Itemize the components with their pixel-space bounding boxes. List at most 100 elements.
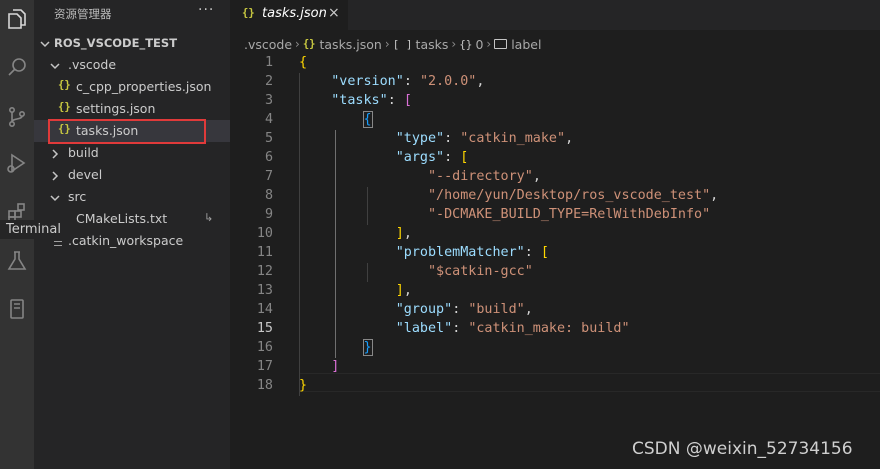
chevron-right-icon (50, 169, 60, 181)
line-number: 1 (264, 55, 273, 70)
tree-label: devel (68, 167, 103, 182)
tree-file-settings[interactable]: {} settings.json (34, 98, 230, 120)
code-text: "$catkin-gcc" (428, 264, 533, 279)
tree-root-folder[interactable]: ROS_VSCODE_TEST (34, 32, 230, 54)
code-text: "group": "build", (395, 302, 533, 317)
object-icon: {} (459, 37, 473, 51)
tree-folder-src[interactable]: src (34, 186, 230, 208)
code-line[interactable]: 10 ], (230, 225, 880, 244)
breadcrumb-separator: › (486, 37, 492, 51)
code-text: { (299, 55, 308, 70)
code-line[interactable]: 18} (230, 377, 880, 396)
array-icon: [ ] (392, 37, 413, 51)
code-line[interactable]: 5 "type": "catkin_make", (230, 130, 880, 149)
tree-label: CMakeLists.txt (76, 211, 168, 226)
code-text: ], (395, 283, 412, 298)
code-text: "args": [ (395, 150, 469, 165)
line-number: 6 (264, 150, 273, 165)
code-line[interactable]: 3 "tasks": [ (230, 92, 880, 111)
more-actions-icon[interactable]: ··· (198, 2, 214, 18)
remote-device-icon[interactable] (0, 294, 34, 324)
chevron-down-icon (50, 59, 60, 71)
breadcrumb-item[interactable]: tasks (416, 37, 449, 52)
code-line[interactable]: 14 "group": "build", (230, 301, 880, 320)
symlink-arrow-icon: ↳ (204, 211, 214, 224)
code-editor[interactable]: 1{2 "version": "2.0.0", 3 "tasks": [4 {5 … (230, 54, 880, 469)
breadcrumb: .vscode › {} tasks.json › [ ] tasks › {}… (244, 35, 541, 53)
code-line[interactable]: 11 "problemMatcher": [ (230, 244, 880, 263)
breadcrumb-item[interactable]: label (511, 37, 541, 52)
code-line[interactable]: 9 "-DCMAKE_BUILD_TYPE=RelWithDebInfo" (230, 206, 880, 225)
explorer-icon[interactable] (0, 4, 34, 34)
tree-folder-build[interactable]: build (34, 142, 230, 164)
breadcrumb-item[interactable]: 0 (475, 37, 483, 52)
line-number: 17 (256, 359, 273, 374)
tree-folder-devel[interactable]: devel (34, 164, 230, 186)
code-text: "type": "catkin_make", (395, 131, 574, 146)
tree-label: settings.json (76, 101, 156, 116)
code-text: } (299, 378, 308, 393)
watermark: CSDN @weixin_52734156 (632, 439, 853, 459)
json-file-icon: {} (58, 79, 71, 91)
code-text: ], (395, 226, 412, 241)
breadcrumb-separator: › (295, 37, 300, 51)
line-number: 8 (264, 188, 273, 203)
breadcrumb-item[interactable]: .vscode (244, 37, 292, 52)
code-text: "tasks": [ (331, 93, 412, 108)
tree-file-c-cpp-properties[interactable]: {} c_cpp_properties.json (34, 76, 230, 98)
line-number: 14 (256, 302, 273, 317)
line-number: 15 (256, 321, 273, 336)
line-number: 5 (264, 131, 273, 146)
code-line[interactable]: 8 "/home/yun/Desktop/ros_vscode_test", (230, 187, 880, 206)
code-line[interactable]: 4 { (230, 111, 880, 130)
terminal-tooltip: Terminal (0, 220, 67, 239)
close-icon[interactable]: × (328, 5, 340, 21)
json-file-icon: {} (58, 101, 71, 113)
line-number: 16 (256, 340, 273, 355)
search-icon[interactable] (0, 52, 34, 82)
breadcrumb-item[interactable]: tasks.json (320, 37, 382, 52)
line-number: 7 (264, 169, 273, 184)
tree-label: build (68, 145, 99, 160)
code-line[interactable]: 12 "$catkin-gcc" (230, 263, 880, 282)
line-number: 2 (264, 74, 273, 89)
tree-label: .catkin_workspace (68, 233, 184, 248)
line-number: 13 (256, 283, 273, 298)
tree-label: .vscode (68, 57, 117, 72)
tree-label: c_cpp_properties.json (76, 79, 212, 94)
editor-tab-bar: {} tasks.json × (230, 0, 880, 30)
tree-folder-vscode[interactable]: .vscode (34, 54, 230, 76)
code-line[interactable]: 17 ] (230, 358, 880, 377)
code-line[interactable]: 6 "args": [ (230, 149, 880, 168)
tree-label: src (68, 189, 87, 204)
run-debug-icon[interactable] (0, 148, 34, 178)
tree-label: ROS_VSCODE_TEST (54, 36, 178, 50)
code-text: "problemMatcher": [ (395, 245, 549, 260)
json-file-icon: {} (242, 7, 255, 19)
code-text: ] (331, 359, 340, 374)
code-text: } (362, 339, 373, 356)
code-line[interactable]: 2 "version": "2.0.0", (230, 73, 880, 92)
line-number: 18 (256, 378, 273, 393)
code-line[interactable]: 13 ], (230, 282, 880, 301)
line-number: 9 (264, 207, 273, 222)
code-line[interactable]: 15 "label": "catkin_make: build" (230, 320, 880, 339)
line-number: 12 (256, 264, 273, 279)
highlight-annotation-box (48, 119, 206, 144)
source-control-icon[interactable] (0, 102, 34, 132)
breadcrumb-separator: › (451, 37, 457, 51)
line-number: 4 (264, 112, 273, 127)
tab-label: tasks.json (262, 6, 327, 21)
code-text: "--directory", (428, 169, 541, 184)
code-line[interactable]: 16 } (230, 339, 880, 358)
chevron-right-icon (50, 147, 60, 159)
line-number: 11 (256, 245, 273, 260)
code-line[interactable]: 7 "--directory", (230, 168, 880, 187)
code-text: "-DCMAKE_BUILD_TYPE=RelWithDebInfo" (428, 207, 711, 222)
testing-flask-icon[interactable] (0, 246, 34, 276)
line-number: 3 (264, 93, 273, 108)
json-file-icon: {} (302, 38, 316, 50)
line-number: 10 (256, 226, 273, 241)
tab-tasks-json[interactable]: {} tasks.json × (230, 0, 348, 30)
code-line[interactable]: 1{ (230, 54, 880, 73)
